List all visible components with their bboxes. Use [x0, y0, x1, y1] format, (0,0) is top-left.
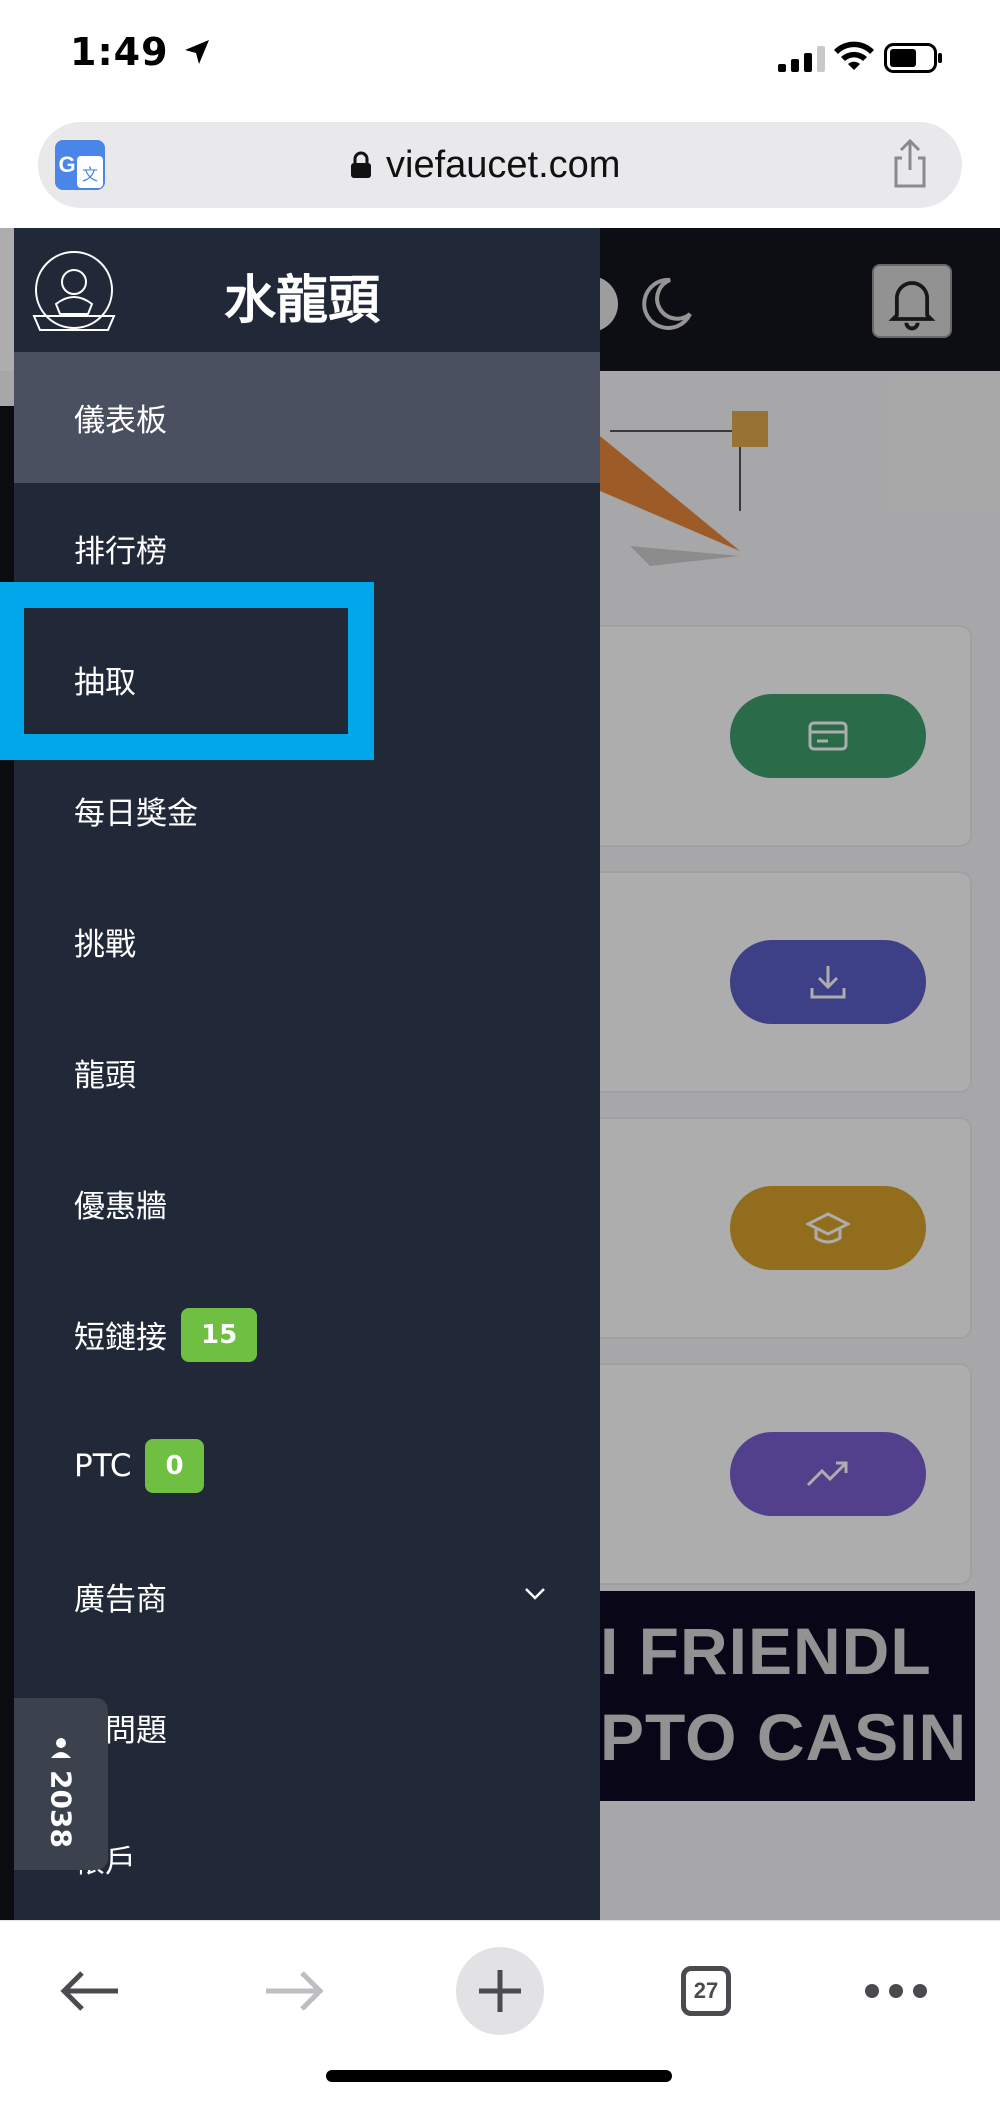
- svg-text:文: 文: [82, 165, 98, 184]
- sidebar-item-offerwall[interactable]: 優惠牆: [14, 1138, 600, 1269]
- sidebar-item-ptc[interactable]: PTC 0: [14, 1400, 600, 1531]
- sidebar-drawer: 水龍頭 儀表板 排行榜 抽取 每日獎金 挑戰 龍頭 優惠牆 短鏈接 15 PTC…: [14, 228, 600, 1920]
- status-time: 1:49: [70, 30, 169, 74]
- sidebar-item-label: PTC: [74, 1447, 132, 1484]
- sidebar-item-label: 挑戰: [74, 927, 136, 963]
- sidebar-item-label: 龍頭: [74, 1058, 136, 1094]
- plus-icon: [479, 1970, 521, 2012]
- sidebar-item-label: 儀表板: [74, 403, 167, 439]
- more-icon: [865, 1984, 927, 1998]
- sidebar-item-label: 優惠牆: [74, 1189, 167, 1225]
- sidebar-item-label: 短鏈接: [74, 1320, 167, 1356]
- site-logo[interactable]: [26, 244, 122, 340]
- sidebar-item-faucet[interactable]: 龍頭: [14, 1007, 600, 1138]
- sidebar-item-label: 排行榜: [74, 534, 167, 570]
- location-arrow-icon: [184, 40, 209, 64]
- forward-arrow-icon: [266, 1971, 324, 2011]
- share-icon[interactable]: [888, 138, 932, 190]
- new-tab-button[interactable]: [456, 1947, 544, 2035]
- wifi-icon: [834, 41, 874, 70]
- more-menu-button[interactable]: [856, 1951, 936, 2031]
- tab-count: 27: [681, 1966, 731, 2016]
- user-icon: [51, 1738, 71, 1758]
- sidebar-item-dashboard[interactable]: 儀表板: [14, 352, 600, 483]
- url-text: viefaucet.com: [386, 143, 621, 186]
- back-arrow-icon: [60, 1971, 118, 2011]
- cellular-signal-icon: [778, 46, 826, 72]
- sidebar-item-advertisers[interactable]: 廣告商: [14, 1531, 600, 1662]
- url-display[interactable]: viefaucet.com: [350, 140, 620, 190]
- sidebar-item-shortlinks[interactable]: 短鏈接 15: [14, 1269, 600, 1400]
- count-badge: 15: [181, 1307, 258, 1362]
- highlight-annotation: [0, 582, 374, 760]
- sidebar-item-daily-bonus[interactable]: 每日獎金: [14, 745, 600, 876]
- sidebar-item-label: 廣告商: [74, 1582, 167, 1618]
- brand-title: 水龍頭: [224, 271, 381, 331]
- lock-icon: [351, 151, 371, 178]
- status-time-group: 1:49: [70, 30, 213, 74]
- forward-button[interactable]: [254, 1951, 334, 2031]
- sidebar-header: 水龍頭: [14, 228, 600, 352]
- count-badge: 0: [145, 1438, 204, 1493]
- battery-icon: [884, 43, 942, 73]
- back-button[interactable]: [50, 1951, 130, 2031]
- sidebar-item-challenge[interactable]: 挑戰: [14, 876, 600, 1007]
- home-indicator: [326, 2070, 672, 2082]
- translate-icon[interactable]: G 文: [55, 140, 105, 190]
- online-users-counter[interactable]: 2038: [14, 1698, 108, 1870]
- sidebar-item-label: 每日獎金: [74, 796, 198, 832]
- chevron-down-icon: [525, 1588, 545, 1600]
- svg-text:G: G: [58, 152, 75, 177]
- online-count: 2038: [44, 1770, 78, 1848]
- tabs-button[interactable]: 27: [666, 1951, 746, 2031]
